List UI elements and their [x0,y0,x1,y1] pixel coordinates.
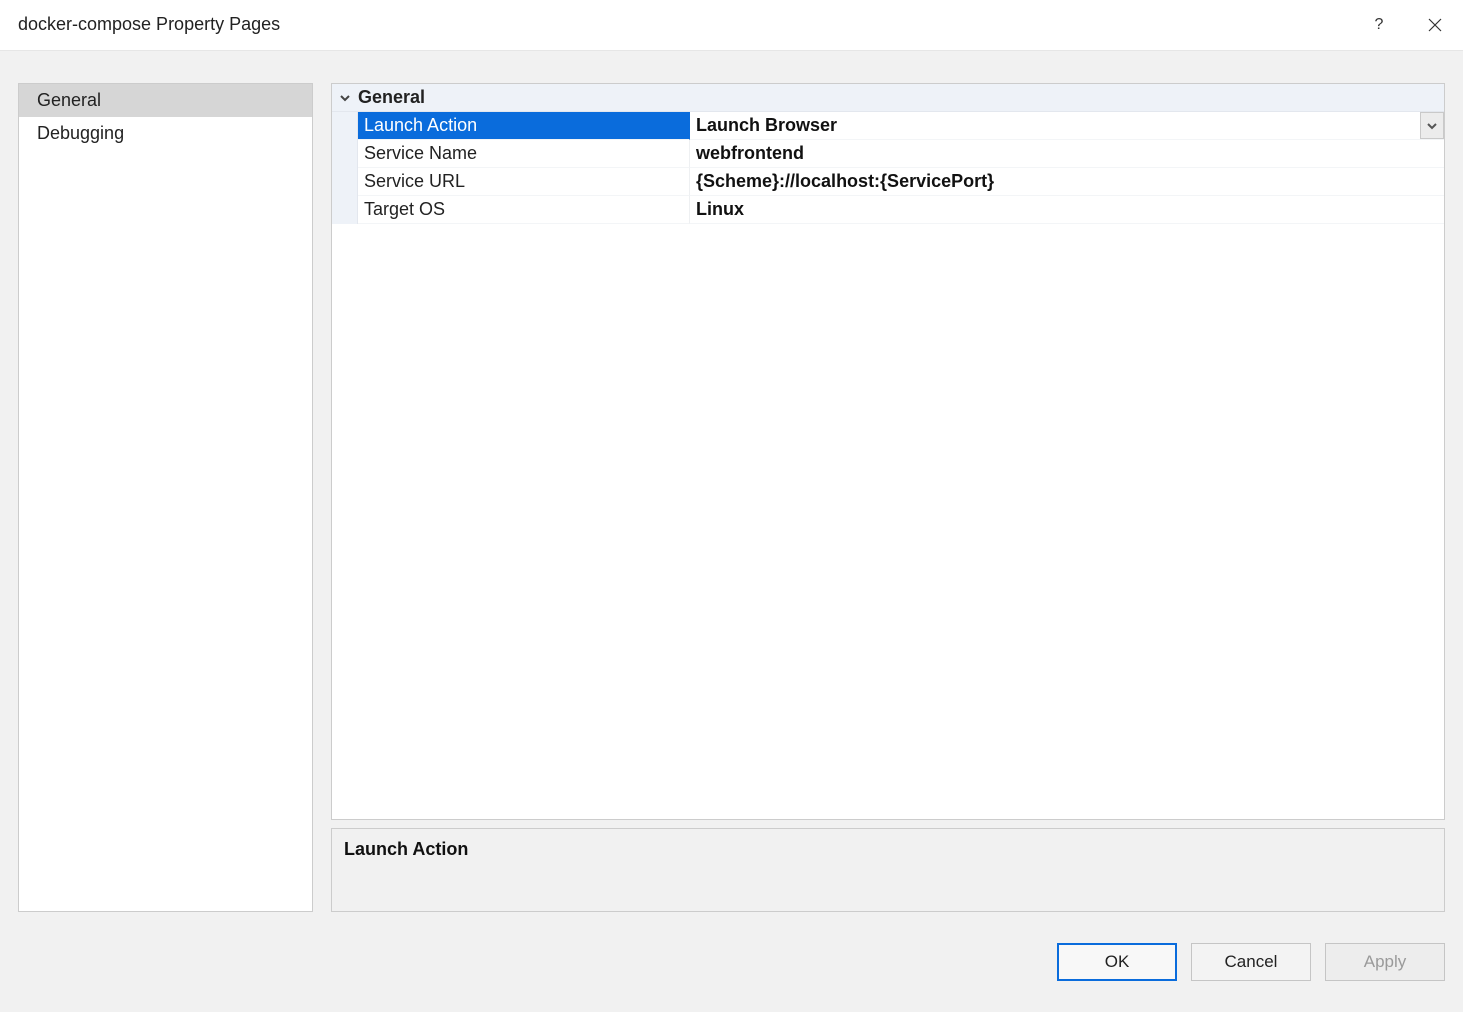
property-value-text: Launch Browser [696,115,837,136]
property-value[interactable]: Launch Browser [690,112,1444,140]
property-row-service-name[interactable]: Service Name webfrontend [332,140,1444,168]
ok-button[interactable]: OK [1057,943,1177,981]
property-value[interactable]: Linux [690,196,1444,224]
description-pane: Launch Action [331,828,1445,912]
titlebar: docker-compose Property Pages ? [0,0,1463,50]
property-group-header[interactable]: General [332,84,1444,112]
window-controls: ? [1351,0,1463,50]
close-icon [1428,18,1442,32]
cancel-button[interactable]: Cancel [1191,943,1311,981]
property-pages-window: docker-compose Property Pages ? General … [0,0,1463,1012]
dialog-footer: OK Cancel Apply [0,912,1463,1012]
dialog-body: General Debugging General Launch Action [0,50,1463,912]
main-panel: General Launch Action Launch Browser [331,83,1445,912]
window-title: docker-compose Property Pages [18,14,280,35]
sidebar-item-label: Debugging [37,123,124,143]
property-name: Service URL [358,168,690,196]
property-rows: Launch Action Launch Browser Service Nam… [332,112,1444,224]
help-button[interactable]: ? [1351,0,1407,50]
apply-button[interactable]: Apply [1325,943,1445,981]
sidebar-item-debugging[interactable]: Debugging [19,117,312,150]
property-group-title: General [358,87,425,108]
property-name: Service Name [358,140,690,168]
property-grid: General Launch Action Launch Browser [331,83,1445,820]
row-indent [332,168,358,196]
property-value-text: Linux [696,199,744,220]
description-title: Launch Action [344,839,1432,860]
row-indent [332,196,358,224]
property-name: Target OS [358,196,690,224]
sidebar-item-label: General [37,90,101,110]
category-sidebar: General Debugging [18,83,313,912]
close-button[interactable] [1407,0,1463,50]
property-name: Launch Action [358,112,690,140]
property-value-text: {Scheme}://localhost:{ServicePort} [696,171,994,192]
chevron-down-icon [1427,121,1437,131]
sidebar-item-general[interactable]: General [19,84,312,117]
property-value[interactable]: {Scheme}://localhost:{ServicePort} [690,168,1444,196]
property-value-text: webfrontend [696,143,804,164]
dropdown-button[interactable] [1420,112,1444,139]
property-row-target-os[interactable]: Target OS Linux [332,196,1444,224]
chevron-down-icon [332,92,358,104]
property-row-launch-action[interactable]: Launch Action Launch Browser [332,112,1444,140]
property-row-service-url[interactable]: Service URL {Scheme}://localhost:{Servic… [332,168,1444,196]
row-indent [332,140,358,168]
row-indent [332,112,358,140]
property-value[interactable]: webfrontend [690,140,1444,168]
